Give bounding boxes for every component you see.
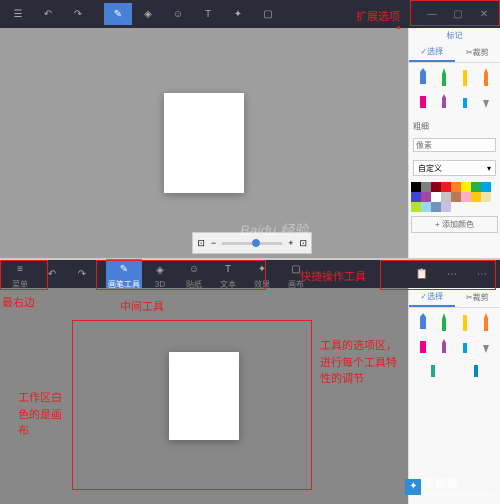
color-swatch[interactable] xyxy=(411,202,421,212)
tab-select[interactable]: ✓ 选择 xyxy=(409,43,455,62)
color-swatch[interactable] xyxy=(441,192,451,202)
tab-select-2[interactable]: ✓ 选择 xyxy=(409,288,455,307)
top-toolbar-2: ≡菜单 ↶ ↷ ✎画笔工具 ◈3D ☺贴纸 T文本 ✦效果 ▢画布 📋 ⋯ ⋯ xyxy=(0,260,500,288)
color-swatch[interactable] xyxy=(451,182,461,192)
thickness-label: 粗细 xyxy=(409,119,500,134)
annotation-tool-options: 工具的选项区，进行每个工具特性的调节 xyxy=(320,338,398,388)
color-swatch[interactable] xyxy=(421,202,431,212)
menu-button[interactable]: ☰ xyxy=(4,3,32,25)
top-toolbar: ☰ ↶ ↷ ✎ ◈ ☺ T ✦ ▢ — ▢ ✕ xyxy=(0,0,500,28)
brush-fill-icon[interactable] xyxy=(479,91,493,113)
color-swatch[interactable] xyxy=(471,182,481,192)
brush-spray-icon[interactable] xyxy=(458,336,472,358)
thickness-input[interactable] xyxy=(413,138,496,152)
baidu-watermark: Baidu 经验 xyxy=(240,220,308,240)
color-swatch[interactable] xyxy=(481,182,491,192)
canvas-area[interactable]: ⊡ − + ⊡ Baidu 经验 xyxy=(0,28,408,258)
extra-button-1[interactable]: ⋯ xyxy=(438,263,466,285)
fit-button[interactable]: ⊡ xyxy=(197,238,205,249)
side-panel-2: ✓ 选择 ✂ 裁剪 xyxy=(408,288,500,504)
effects-tool-group[interactable]: ✦效果 xyxy=(246,259,278,290)
canvas-2[interactable] xyxy=(169,352,239,440)
paste-button[interactable]: 📋 xyxy=(408,263,436,285)
window-maximize-button[interactable]: ▢ xyxy=(446,3,470,25)
text-tool-button[interactable]: T xyxy=(194,3,222,25)
brush-spray-icon[interactable] xyxy=(458,91,472,113)
panel-title: 标记 xyxy=(409,28,500,43)
brush-crayon-icon[interactable] xyxy=(437,336,451,358)
color-swatch[interactable] xyxy=(421,182,431,192)
color-swatch[interactable] xyxy=(461,192,471,202)
color-swatch[interactable] xyxy=(471,192,481,202)
brush-oil-icon[interactable] xyxy=(458,312,472,334)
3d-tool-button[interactable]: ◈ xyxy=(134,3,162,25)
zoom-slider[interactable] xyxy=(222,242,282,245)
brush-marker-icon[interactable] xyxy=(416,312,430,334)
color-swatch[interactable] xyxy=(461,182,471,192)
brush-crayon-icon[interactable] xyxy=(437,91,451,113)
brush-extra2-icon[interactable] xyxy=(469,360,483,382)
tab-crop[interactable]: ✂ 裁剪 xyxy=(455,43,500,62)
brush-pen-icon[interactable] xyxy=(437,312,451,334)
sticker-tool-group[interactable]: ☺贴纸 xyxy=(178,259,210,290)
effects-tool-button[interactable]: ✦ xyxy=(224,3,252,25)
undo-button[interactable]: ↶ xyxy=(38,263,66,285)
redo-button[interactable]: ↷ xyxy=(64,3,92,25)
sticker-tool-button[interactable]: ☺ xyxy=(164,3,192,25)
canvas-tool-button[interactable]: ▢ xyxy=(254,3,282,25)
color-swatch[interactable] xyxy=(441,202,451,212)
side-panel: 标记 ✓ 选择 ✂ 裁剪 粗细 xyxy=(408,28,500,258)
undo-button[interactable]: ↶ xyxy=(34,3,62,25)
color-swatch[interactable] xyxy=(441,182,451,192)
xitong-logo-icon: ✦ xyxy=(405,479,421,495)
window-minimize-button[interactable]: — xyxy=(420,3,444,25)
color-swatch[interactable] xyxy=(431,182,441,192)
brush-eraser-icon[interactable] xyxy=(416,91,430,113)
xitong-watermark: ✦ 系统城 www.xitongcheng.com xyxy=(405,475,494,498)
canvas[interactable] xyxy=(164,93,244,193)
color-swatch[interactable] xyxy=(411,182,421,192)
brush-pencil-icon[interactable] xyxy=(479,67,493,89)
brush-tool-group[interactable]: ✎画笔工具 xyxy=(106,259,142,290)
brush-eraser-icon[interactable] xyxy=(416,336,430,358)
text-tool-group[interactable]: T文本 xyxy=(212,259,244,290)
color-palette xyxy=(409,180,500,214)
3d-tool-group[interactable]: ◈3D xyxy=(144,260,176,289)
redo-button[interactable]: ↷ xyxy=(68,263,96,285)
color-swatch[interactable] xyxy=(421,192,431,202)
annotation-left-edge: 最右边 xyxy=(2,294,35,310)
chevron-down-icon: ▾ xyxy=(487,164,491,173)
brush-tool-button[interactable]: ✎ xyxy=(104,3,132,25)
annotation-expand: 扩展选项 xyxy=(356,8,400,24)
menu-group[interactable]: ≡菜单 xyxy=(4,259,36,290)
annotation-quick-tools: 快捷操作工具 xyxy=(300,268,366,284)
window-close-button[interactable]: ✕ xyxy=(472,3,496,25)
color-swatch[interactable] xyxy=(481,192,491,202)
color-swatch[interactable] xyxy=(431,192,441,202)
extra-button-2[interactable]: ⋯ xyxy=(468,263,496,285)
brush-fill-icon[interactable] xyxy=(479,336,493,358)
brush-pen-icon[interactable] xyxy=(437,67,451,89)
color-swatch[interactable] xyxy=(431,202,441,212)
tab-crop-2[interactable]: ✂ 裁剪 xyxy=(455,288,500,307)
color-swatch[interactable] xyxy=(451,192,461,202)
brush-pencil-icon[interactable] xyxy=(479,312,493,334)
annotation-workspace: 工作区白色的是画布 xyxy=(18,390,68,440)
brush-extra1-icon[interactable] xyxy=(426,360,440,382)
brush-marker-icon[interactable] xyxy=(416,67,430,89)
color-swatch[interactable] xyxy=(411,192,421,202)
annotation-middle-tools: 中间工具 xyxy=(120,298,164,314)
add-color-button[interactable]: + 添加颜色 xyxy=(411,216,498,233)
zoom-out-button[interactable]: − xyxy=(211,238,216,248)
brush-oil-icon[interactable] xyxy=(458,67,472,89)
opacity-select[interactable]: 自定义▾ xyxy=(413,160,496,176)
